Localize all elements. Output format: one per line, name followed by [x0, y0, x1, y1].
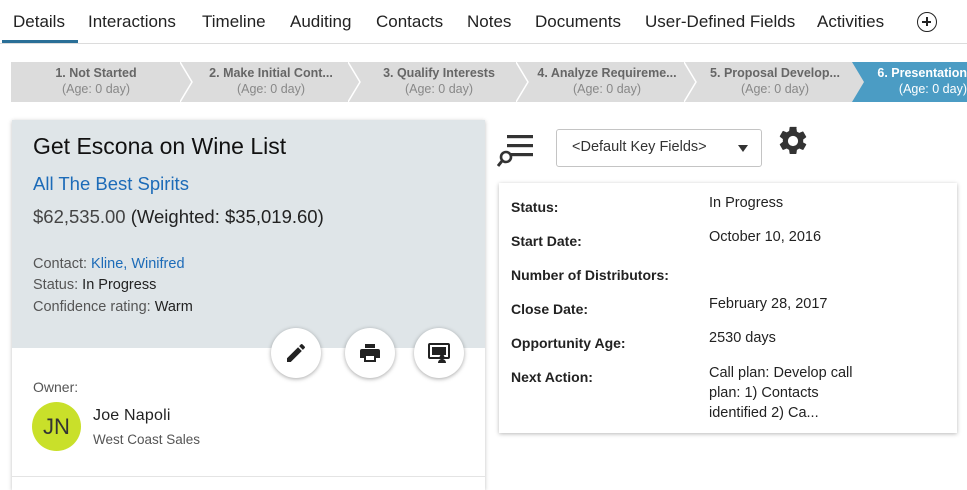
field-value-close-date: February 28, 2017: [709, 296, 828, 312]
stage-2[interactable]: 2. Make Initial Cont... (Age: 0 day): [180, 62, 362, 102]
status-label: Status:: [33, 277, 79, 293]
key-fields-selected: <Default Key Fields>: [572, 139, 707, 155]
chevron-down-icon: [738, 145, 748, 152]
present-button[interactable]: [414, 328, 464, 378]
status-value: In Progress: [82, 277, 157, 293]
opportunity-header: Get Escona on Wine List All The Best Spi…: [12, 120, 485, 348]
pencil-icon: [287, 343, 306, 362]
key-fields-panel: Status: In Progress Start Date: October …: [499, 183, 957, 433]
confidence-label: Confidence rating:: [33, 299, 151, 315]
gear-icon: [779, 126, 807, 155]
stage-name: 2. Make Initial Cont...: [209, 66, 333, 80]
active-tab-indicator: [2, 40, 78, 43]
weighted-amount: (Weighted: $35,019.60): [130, 206, 324, 227]
field-value-start-date: October 10, 2016: [709, 229, 822, 245]
tab-user-defined-fields[interactable]: User-Defined Fields: [645, 12, 795, 32]
printer-icon: [360, 344, 380, 362]
stage-3[interactable]: 3. Qualify Interests (Age: 0 day): [348, 62, 530, 102]
field-label-next-action: Next Action:: [511, 369, 593, 385]
stage-5[interactable]: 5. Proposal Develop... (Age: 0 day): [684, 62, 866, 102]
field-label-status: Status:: [511, 199, 559, 215]
stage-name: 5. Proposal Develop...: [710, 66, 840, 80]
owner-team: West Coast Sales: [93, 432, 201, 447]
tab-interactions[interactable]: Interactions: [88, 12, 176, 32]
stage-1[interactable]: 1. Not Started (Age: 0 day): [11, 62, 193, 102]
contact-link[interactable]: Kline, Winifred: [91, 256, 184, 272]
presentation-icon: [428, 343, 450, 363]
tab-details[interactable]: Details: [13, 12, 65, 32]
settings-button[interactable]: [776, 124, 810, 158]
field-value-next-action: Call plan: Develop call plan: 1) Contact…: [709, 365, 853, 421]
opportunity-amount: $62,535.00 (Weighted: $35,019.60): [33, 206, 324, 228]
key-fields-list-icon[interactable]: [496, 133, 537, 169]
owner-label: Owner:: [33, 379, 79, 395]
field-label-opportunity-age: Opportunity Age:: [511, 335, 626, 351]
stage-age: (Age: 0 day): [61, 82, 131, 96]
field-value-status: In Progress: [709, 195, 784, 211]
contact-label: Contact:: [33, 256, 87, 272]
stage-name: 3. Qualify Interests: [383, 66, 495, 80]
print-button[interactable]: [345, 328, 395, 378]
opportunity-summary-card: Get Escona on Wine List All The Best Spi…: [12, 120, 485, 490]
tab-bar: Details Interactions Timeline Auditing C…: [0, 0, 967, 44]
field-value-opportunity-age: 2530 days: [709, 330, 776, 346]
account-link[interactable]: All The Best Spirits: [33, 173, 189, 195]
stage-age: (Age: 0 day): [740, 82, 810, 96]
confidence-line: Confidence rating: Warm: [33, 299, 193, 315]
stage-progress-bar: 1. Not Started (Age: 0 day) 2. Make Init…: [0, 62, 967, 102]
stage-6-active[interactable]: 6. Presentation (Age: 0 day): [852, 62, 967, 102]
contact-line: Contact: Kline, Winifred: [33, 256, 185, 272]
confidence-value: Warm: [154, 299, 193, 315]
card-divider: [12, 476, 485, 477]
stage-name: 1. Not Started: [55, 66, 137, 80]
tab-documents[interactable]: Documents: [535, 12, 621, 32]
tab-contacts[interactable]: Contacts: [376, 12, 443, 32]
stage-age: (Age: 0 day): [898, 82, 967, 96]
stage-age: (Age: 0 day): [404, 82, 474, 96]
field-label-distributors: Number of Distributors:: [511, 267, 669, 283]
stage-4[interactable]: 4. Analyze Requireme... (Age: 0 day): [516, 62, 698, 102]
key-list-icon: [496, 135, 533, 167]
owner-name[interactable]: Joe Napoli: [93, 407, 171, 425]
tab-auditing[interactable]: Auditing: [290, 12, 351, 32]
stage-age: (Age: 0 day): [572, 82, 642, 96]
add-tab-icon[interactable]: [917, 12, 937, 32]
tab-notes[interactable]: Notes: [467, 12, 511, 32]
stage-age: (Age: 0 day): [236, 82, 306, 96]
status-line: Status: In Progress: [33, 277, 156, 293]
stage-name: 4. Analyze Requireme...: [537, 66, 677, 80]
field-label-start-date: Start Date:: [511, 233, 582, 249]
amount-value: $62,535.00: [33, 206, 126, 227]
edit-button[interactable]: [271, 328, 321, 378]
stage-name: 6. Presentation: [877, 66, 967, 80]
field-label-close-date: Close Date:: [511, 301, 589, 317]
avatar: JN: [32, 402, 81, 451]
tab-timeline[interactable]: Timeline: [202, 12, 266, 32]
opportunity-title: Get Escona on Wine List: [33, 133, 287, 159]
tab-activities[interactable]: Activities: [817, 12, 884, 32]
key-fields-select[interactable]: <Default Key Fields>: [556, 129, 762, 167]
